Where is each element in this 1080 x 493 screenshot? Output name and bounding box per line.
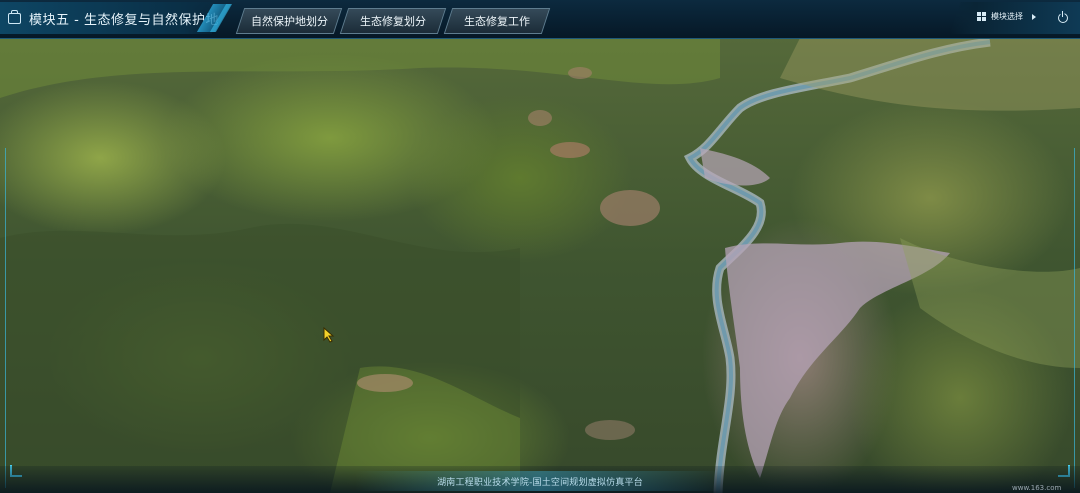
tab-eco-restoration-work[interactable]: 生态修复工作: [443, 8, 551, 34]
module-select-label: 模块选择: [991, 12, 1023, 21]
grid-icon: [977, 12, 986, 21]
module-select-button[interactable]: 模块选择: [977, 11, 1036, 22]
power-icon[interactable]: [1058, 11, 1068, 23]
tab-eco-restoration-division[interactable]: 生态修复划分: [339, 8, 447, 34]
briefcase-icon: [8, 9, 21, 24]
tab-nature-reserve-division[interactable]: 自然保护地划分: [235, 8, 343, 34]
tab-label: 生态修复工作: [464, 15, 530, 28]
footer-platform-bar: 湖南工程职业技术学院-国土空间规划虚拟仿真平台: [355, 471, 725, 491]
mouse-cursor-icon: [323, 327, 335, 343]
play-arrow-icon: [1032, 13, 1036, 20]
watermark: www.163.com: [1012, 484, 1062, 492]
platform-name: 湖南工程职业技术学院-国土空间规划虚拟仿真平台: [437, 477, 643, 488]
terrain-overlay: [0, 38, 1080, 493]
module-title-bar: 模块五 - 生态修复与自然保护地: [0, 2, 230, 34]
tab-label: 自然保护地划分: [250, 15, 328, 28]
tab-label: 生态修复划分: [360, 15, 426, 28]
map-frame-right: [1070, 148, 1075, 488]
map-frame-left: [5, 148, 10, 488]
module-title: 模块五 - 生态修复与自然保护地: [29, 12, 219, 28]
top-header: 模块五 - 生态修复与自然保护地 自然保护地划分 生态修复划分 生态修复工作 模…: [0, 0, 1080, 39]
terrain-3d-view[interactable]: [0, 38, 1080, 493]
